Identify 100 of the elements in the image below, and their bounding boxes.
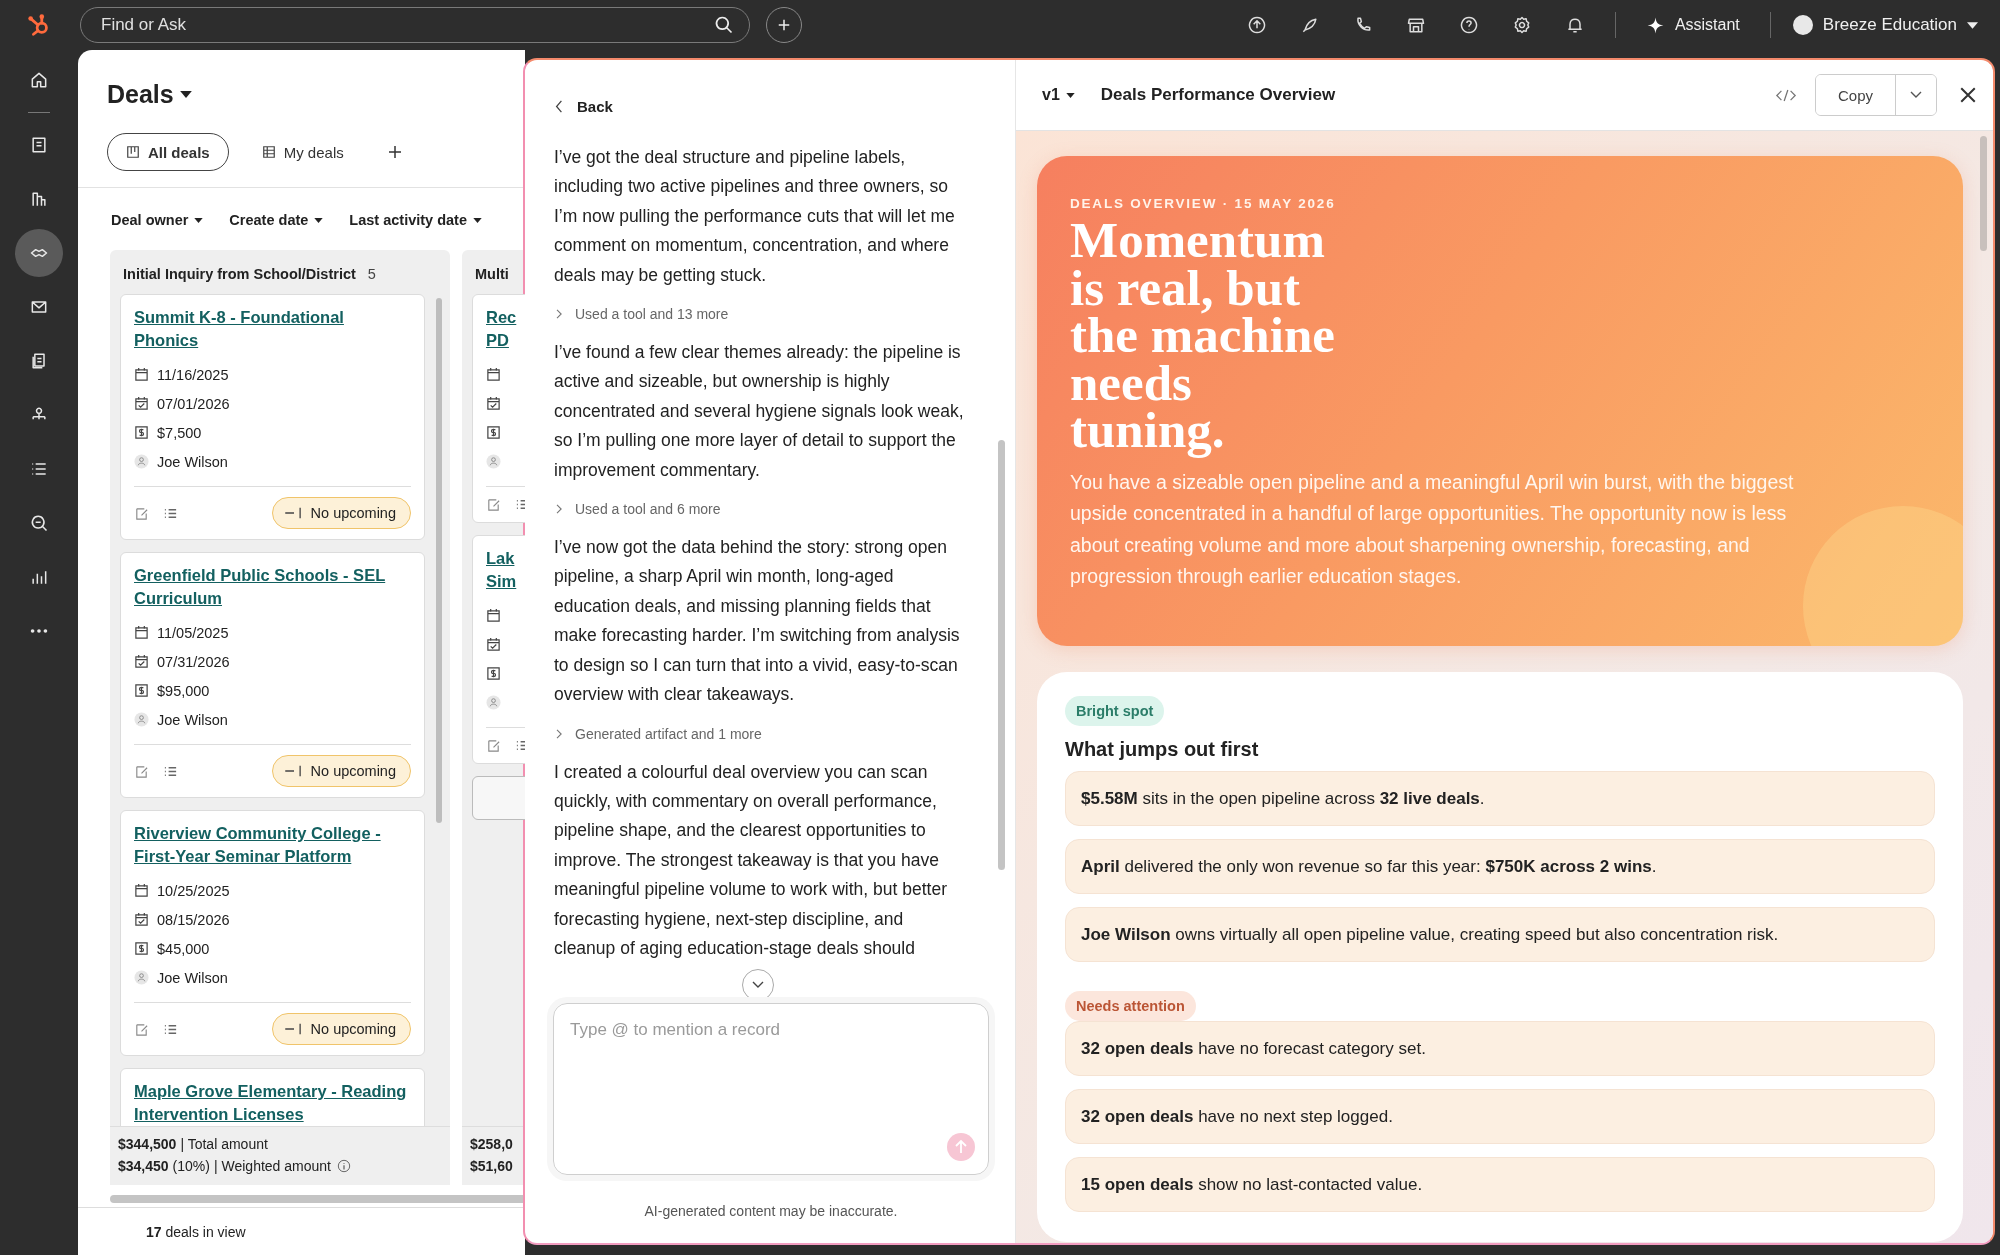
activity-status[interactable]: No upcoming	[271, 755, 411, 787]
weighted-amount: $51,60	[470, 1158, 513, 1174]
scrollbar[interactable]	[110, 1195, 525, 1203]
chevron-left-icon	[555, 99, 563, 113]
note-icon[interactable]	[486, 738, 501, 753]
scrollbar[interactable]	[998, 440, 1005, 870]
home-icon	[29, 70, 49, 90]
deal-link[interactable]: Riverview Community College - First-Year Seminar Platform	[134, 822, 411, 868]
note-icon[interactable]	[486, 497, 501, 512]
insight-item: 15 open deals show no last-contacted value.	[1065, 1157, 1935, 1212]
calendar-check-icon	[134, 396, 149, 411]
section-heading: What jumps out first	[1065, 738, 1259, 761]
activity-status[interactable]: No upcoming	[271, 497, 411, 529]
deal-card[interactable]: Riverview Community College - First-Year Seminar Platform 10/25/2025 08/15/2026 $45,000 Joe Wilson No upcoming	[120, 810, 425, 1056]
weighted-label: | Weighted amount	[213, 1158, 331, 1174]
filter-dropdown[interactable]: Deal owner	[111, 212, 204, 228]
close-date: 08/15/2026	[157, 911, 230, 928]
info-icon[interactable]	[337, 1159, 351, 1173]
deal-amount: $45,000	[157, 940, 210, 957]
account-menu[interactable]: Breeze Education	[1788, 15, 1982, 35]
scrollbar[interactable]	[436, 298, 442, 823]
store-icon[interactable]	[1405, 15, 1426, 35]
activity-status[interactable]: No upcoming	[271, 1013, 411, 1045]
back-button[interactable]: Back	[555, 97, 613, 115]
scrollbar[interactable]	[1980, 136, 1987, 251]
avatar-icon	[134, 970, 149, 985]
hero-summary: You have a sizeable open pipeline and a meaningful April win burst, with the biggest upside concentrated in a handful of large opportunities. The opportunity now is less about creating volume and more about sharpening ownership, forecasting, and progression through earlier education stages.	[1070, 469, 1795, 589]
chevron-down-icon	[752, 981, 764, 989]
board-icon	[126, 145, 140, 159]
dollar-icon	[486, 425, 501, 440]
view-tab[interactable]: All deals	[107, 133, 229, 171]
copy-button[interactable]: Copy	[1815, 75, 1896, 115]
code-icon[interactable]	[1774, 87, 1797, 103]
create-date: 10/25/2025	[157, 882, 230, 899]
avatar-icon	[486, 695, 501, 710]
note-icon[interactable]	[134, 763, 149, 779]
column-title: Multi	[475, 266, 509, 282]
close-date: 07/01/2026	[157, 395, 230, 412]
calendar-check-icon	[486, 637, 501, 652]
steps-toggle[interactable]: Generated artifact and 1 more	[556, 725, 762, 742]
dollar-icon	[486, 666, 501, 681]
section-tag: Bright spot	[1065, 696, 1165, 726]
deal-link[interactable]: Maple Grove Elementary - Reading Intervention Licenses	[134, 1080, 411, 1126]
calendar-icon	[134, 883, 149, 898]
avatar-icon	[134, 454, 149, 469]
dollar-icon	[134, 683, 149, 698]
deal-link[interactable]: Greenfield Public Schools - SEL Curriculum	[134, 564, 411, 610]
add-view-icon[interactable]	[386, 144, 403, 160]
caret-icon	[194, 217, 204, 223]
deal-owner: Joe Wilson	[157, 453, 228, 470]
insight-item: 32 open deals have no next step logged.	[1065, 1089, 1935, 1144]
deal-link[interactable]: Summit K-8 - Foundational Phonics	[134, 306, 411, 352]
calendar-icon	[134, 625, 149, 640]
chevron-right-icon	[556, 728, 563, 739]
weighted-amount: $34,450	[118, 1158, 169, 1174]
sidebar-item[interactable]	[15, 229, 63, 277]
deal-card[interactable]: Summit K-8 - Foundational Phonics 11/16/2025 07/01/2026 $7,500 Joe Wilson No upcoming	[120, 294, 425, 540]
steps-toggle[interactable]: Used a tool and 6 more	[556, 501, 721, 518]
chevron-right-icon	[556, 309, 563, 320]
page-title[interactable]: Deals	[107, 80, 525, 109]
search-icon[interactable]	[714, 15, 734, 35]
document-icon	[29, 135, 49, 155]
deal-card[interactable]: Lak Sim	[472, 535, 525, 764]
deal-link[interactable]: Lak Sim	[486, 547, 525, 593]
deal-owner: Joe Wilson	[157, 711, 228, 728]
chevron-right-icon	[556, 504, 563, 515]
insight-item: 32 open deals have no forecast category set.	[1065, 1021, 1935, 1076]
dollar-icon	[134, 425, 149, 440]
deal-owner: Joe Wilson	[157, 969, 228, 986]
filter-dropdown[interactable]: Last activity date	[349, 212, 482, 228]
version-dropdown[interactable]: v1	[1042, 86, 1075, 104]
close-icon[interactable]	[1959, 86, 1977, 104]
upgrade-icon[interactable]	[1246, 15, 1267, 35]
deal-card[interactable]: Maple Grove Elementary - Reading Intervention Licenses	[120, 1068, 425, 1126]
hero-heading: Momentum is real, but the machine needs tuning.	[1070, 211, 1336, 460]
table-icon	[261, 145, 276, 159]
assistant-button[interactable]: Assistant	[1633, 15, 1752, 35]
steps-toggle[interactable]: Used a tool and 13 more	[556, 306, 729, 323]
caret-icon	[314, 217, 324, 223]
assistant-message: I’ve got the deal structure and pipeline labels, including two active pipelines and three owners, so I’m now pulling the performance cuts that will let me comment on momentum, concentration, and where deals may be getting stuck.	[554, 146, 956, 287]
message-input[interactable]: Type @ to mention a record	[553, 1003, 989, 1175]
weighted-share: (10%)	[172, 1158, 210, 1174]
deal-amount: $7,500	[157, 424, 202, 441]
help-icon[interactable]	[1458, 15, 1479, 35]
calendar-icon	[486, 367, 501, 382]
caret-icon	[1967, 21, 1978, 29]
calendar-check-icon	[134, 654, 149, 669]
deal-card[interactable]: Greenfield Public Schools - SEL Curriculum 11/05/2025 07/31/2026 $95,000 Joe Wilson No upcoming	[120, 552, 425, 798]
deals-count: 17 deals in view	[146, 1224, 246, 1240]
deal-card[interactable]: Rec PD	[472, 294, 525, 523]
calendar-check-icon	[134, 912, 149, 927]
avatar-icon	[486, 454, 501, 469]
more-icon	[28, 628, 50, 634]
note-icon[interactable]	[134, 505, 149, 521]
search-field[interactable]: Find or Ask	[80, 7, 750, 43]
note-icon[interactable]	[134, 1021, 149, 1037]
filter-dropdown[interactable]: Create date	[229, 212, 324, 228]
caret-icon	[179, 91, 192, 98]
deal-link[interactable]: Rec PD	[486, 306, 525, 352]
search-icon	[29, 513, 49, 533]
